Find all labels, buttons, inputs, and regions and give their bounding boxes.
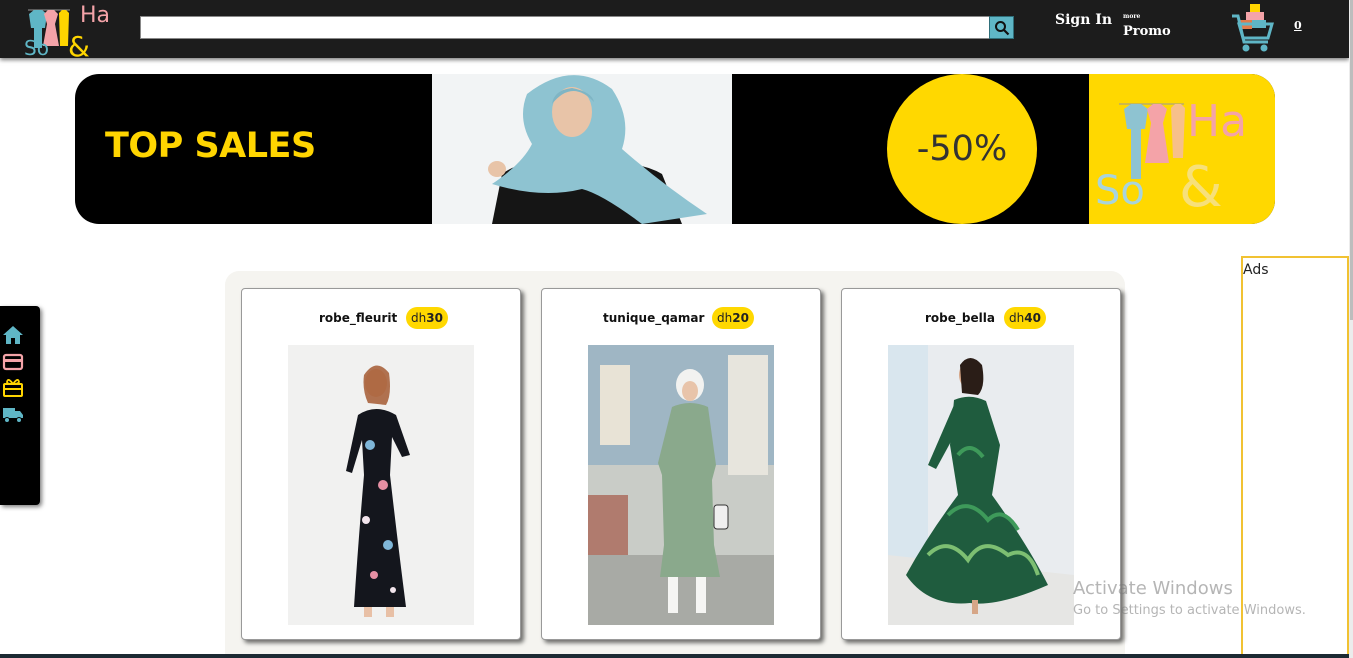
product-image[interactable]	[288, 345, 474, 625]
search-button[interactable]	[989, 16, 1014, 39]
cart-button[interactable]	[1230, 2, 1278, 54]
banner-logo-panel: Ha So &	[1089, 74, 1275, 224]
banner-headline: TOP SALES	[105, 126, 316, 166]
promo-more-label[interactable]: more	[1123, 13, 1140, 20]
top-navbar: Ha So & Sign In more Promo 0	[0, 0, 1349, 63]
price-value: 20	[732, 311, 749, 325]
side-menu-item-gifts[interactable]	[2, 377, 24, 397]
credit-card-icon	[2, 353, 24, 371]
discount-badge: -50%	[887, 74, 1037, 224]
side-menu-item-payment[interactable]	[2, 352, 24, 372]
promo-link[interactable]: Promo	[1123, 24, 1171, 39]
svg-text:Ha: Ha	[1187, 96, 1247, 147]
product-card[interactable]: tunique_qamar dh20	[541, 288, 821, 640]
product-name[interactable]: robe_bella	[925, 311, 995, 325]
svg-text:&: &	[1179, 155, 1223, 220]
price-badge: dh20	[712, 307, 754, 329]
banner-model-photo	[432, 74, 732, 224]
svg-text:So: So	[1095, 168, 1145, 214]
svg-text:So: So	[24, 36, 49, 58]
windows-activation-subtitle: Go to Settings to activate Windows.	[1073, 603, 1306, 618]
search-icon	[994, 20, 1009, 35]
price-currency: dh	[1009, 311, 1025, 325]
truck-icon	[3, 408, 23, 423]
product-name[interactable]: tunique_qamar	[603, 311, 704, 325]
bottom-edge-strip	[0, 654, 1349, 658]
product-card[interactable]: robe_fleurit dh30	[241, 288, 521, 640]
home-icon	[3, 326, 23, 344]
discount-text: -50%	[916, 129, 1008, 169]
price-value: 30	[426, 311, 443, 325]
promo-banner[interactable]: TOP SALES -50% Ha So &	[75, 74, 1275, 224]
price-currency: dh	[411, 311, 427, 325]
price-badge: dh40	[1004, 307, 1046, 329]
cart-count-badge[interactable]: 0	[1294, 19, 1302, 32]
ads-label: Ads	[1243, 262, 1269, 278]
shopping-cart-icon	[1232, 4, 1274, 52]
svg-text:Ha: Ha	[80, 3, 110, 28]
sign-in-link[interactable]: Sign In	[1055, 12, 1112, 28]
gift-icon	[3, 379, 23, 397]
windows-activation-title: Activate Windows	[1073, 578, 1233, 599]
price-badge: dh30	[406, 307, 448, 329]
side-menu	[0, 306, 40, 505]
product-name[interactable]: robe_fleurit	[319, 311, 397, 325]
side-menu-item-delivery[interactable]	[2, 404, 24, 424]
side-menu-item-home[interactable]	[2, 325, 24, 345]
price-value: 40	[1024, 311, 1041, 325]
search-input[interactable]	[140, 16, 990, 39]
price-currency: dh	[717, 311, 733, 325]
site-logo[interactable]: Ha So &	[22, 0, 122, 63]
product-image[interactable]	[888, 345, 1074, 625]
product-image[interactable]	[588, 345, 774, 625]
svg-text:&: &	[68, 30, 90, 58]
ads-panel[interactable]	[1241, 256, 1349, 658]
